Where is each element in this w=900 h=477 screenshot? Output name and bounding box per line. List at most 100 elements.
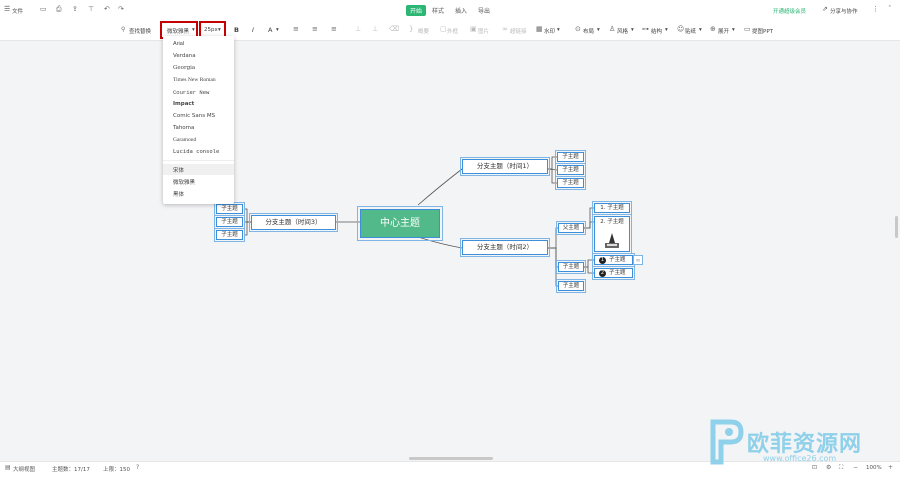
more-icon[interactable]: ⋮ bbox=[872, 6, 879, 13]
chevron-down-icon: ▾ bbox=[699, 27, 702, 33]
share-button[interactable]: 分享与协作 bbox=[830, 7, 858, 15]
subtopic-node[interactable]: 子主题 bbox=[214, 228, 245, 242]
menu-icon[interactable]: ☰ bbox=[4, 6, 10, 13]
redo-icon[interactable]: ↷ bbox=[118, 6, 124, 13]
subtopic-node[interactable]: 子主题 bbox=[214, 202, 245, 216]
sticker-button[interactable]: 贴纸 bbox=[685, 27, 696, 35]
central-topic[interactable]: 中心主题 bbox=[357, 206, 443, 241]
subtopic-with-icon[interactable]: 2 子主题 bbox=[592, 266, 635, 280]
horizontal-scrollbar[interactable] bbox=[409, 457, 493, 460]
chevron-down-icon: ▾ bbox=[732, 27, 735, 33]
file-menu[interactable]: 文件 bbox=[12, 7, 23, 15]
link-icon: ∞ bbox=[502, 25, 508, 33]
new-file-icon[interactable]: ▭ bbox=[40, 6, 47, 13]
align-right-icon[interactable]: ≡ bbox=[331, 26, 337, 33]
font-option-heiti[interactable]: 黑体 bbox=[173, 190, 184, 198]
undo-icon[interactable]: ↶ bbox=[104, 6, 110, 13]
font-option-lucida-console[interactable]: Lucida console bbox=[173, 149, 219, 155]
watermark-icon: ▦ bbox=[536, 25, 543, 33]
format-toolbar: ⚲ 查找替换 微软雅黑 ▾ 25px ▾ B I A ▾ ≡ ≡ ≡ ⊥ ⊥ ⌫… bbox=[0, 20, 900, 41]
outline-view-button[interactable]: 大纲视图 bbox=[13, 465, 35, 473]
watermark: 欧菲资源网 www.office26.com bbox=[705, 418, 895, 473]
layout-button[interactable]: 布局 bbox=[583, 27, 594, 35]
chevron-up-icon[interactable]: ˆ bbox=[888, 6, 892, 13]
priority-2-icon: 2 bbox=[599, 270, 606, 277]
font-option-verdana[interactable]: Verdana bbox=[173, 53, 196, 59]
tab-start[interactable]: 开始 bbox=[406, 5, 427, 16]
font-option-tahoma[interactable]: Tahoma bbox=[173, 125, 194, 131]
structure-icon: ⊶ bbox=[642, 25, 649, 33]
parent-topic-node[interactable]: 父主题 bbox=[556, 221, 586, 235]
tab-export[interactable]: 导出 bbox=[474, 5, 494, 16]
find-replace-button[interactable]: 查找替换 bbox=[129, 27, 151, 35]
font-option-comic-sans[interactable]: Comic Sans MS bbox=[173, 113, 215, 119]
font-option-songti[interactable]: 宋体 bbox=[173, 166, 184, 174]
menu-divider bbox=[163, 160, 234, 161]
tab-insert[interactable]: 插入 bbox=[451, 5, 471, 16]
upgrade-link[interactable]: 开通超级会员 bbox=[773, 7, 806, 15]
frame-icon: ▢ bbox=[440, 25, 447, 33]
topic-count: 主题数：17/17 bbox=[52, 467, 90, 473]
bold-button[interactable]: B bbox=[234, 26, 239, 34]
tab-style[interactable]: 样式 bbox=[428, 5, 448, 16]
numbered-subtopic[interactable]: 1. 子主题 bbox=[592, 201, 632, 215]
layout-icon: ⊙ bbox=[575, 25, 581, 33]
insert-sibling-icon[interactable]: ⊥ bbox=[372, 26, 378, 33]
style-button[interactable]: 风格 bbox=[617, 27, 628, 35]
font-option-times-new-roman[interactable]: Times New Roman bbox=[173, 77, 216, 83]
branch-topic-time3[interactable]: 分支主题（时间3） bbox=[249, 213, 338, 232]
subtopic-node[interactable]: 子主题 bbox=[555, 176, 586, 190]
expand-icon: ⊕ bbox=[710, 25, 716, 33]
ppt-button[interactable]: 提图PPT bbox=[752, 27, 773, 35]
image-button[interactable]: 图片 bbox=[478, 27, 489, 35]
watermark-button[interactable]: 水印 bbox=[544, 27, 555, 35]
style-icon: ♙ bbox=[609, 25, 616, 33]
subtopic-node[interactable]: 子主题 bbox=[214, 215, 245, 229]
font-option-yahei[interactable]: 微软雅黑 bbox=[173, 178, 195, 186]
structure-button[interactable]: 结构 bbox=[651, 27, 662, 35]
format-painter-icon[interactable]: ⊤ bbox=[88, 6, 94, 13]
link-icon[interactable]: ∞ bbox=[633, 255, 643, 265]
connector-lines bbox=[244, 156, 594, 287]
font-color-button[interactable]: A bbox=[268, 26, 272, 34]
priority-1-icon: 1 bbox=[599, 257, 606, 264]
summary-icon: } bbox=[409, 25, 414, 33]
find-replace-icon: ⚲ bbox=[121, 26, 126, 33]
frame-button[interactable]: 外框 bbox=[447, 27, 458, 35]
subtopic-label: 子主题 bbox=[609, 257, 626, 263]
help-icon[interactable]: ? bbox=[136, 465, 139, 471]
sticker-icon: ☺ bbox=[677, 25, 685, 33]
export-icon[interactable]: ⇪ bbox=[72, 6, 78, 13]
expand-button[interactable]: 展开 bbox=[718, 27, 729, 35]
subtopic-with-icon[interactable]: 1 子主题 bbox=[592, 253, 635, 267]
branch-topic-time1[interactable]: 分支主题（时间1） bbox=[460, 157, 550, 176]
subtopic-node[interactable]: 子主题 bbox=[556, 260, 586, 274]
delete-node-icon[interactable]: ⌫ bbox=[389, 26, 399, 33]
share-icon: ⇗ bbox=[822, 5, 828, 13]
subtopic-node[interactable]: 子主题 bbox=[555, 163, 586, 177]
mindmap-canvas[interactable]: 中心主题 分支主题（时间1） 分支主题（时间2） 分支主题（时间3） 子主题 子… bbox=[0, 41, 900, 461]
font-option-courier-new[interactable]: Courier New bbox=[173, 89, 209, 96]
image-thumbnail-icon bbox=[603, 231, 621, 249]
vertical-scrollbar[interactable] bbox=[895, 216, 898, 238]
subtopic-node[interactable]: 子主题 bbox=[556, 279, 586, 293]
chevron-down-icon: ▾ bbox=[665, 27, 668, 33]
subtopic-node[interactable]: 子主题 bbox=[555, 150, 586, 164]
align-center-icon[interactable]: ≡ bbox=[312, 26, 318, 33]
numbered-subtopic-with-image[interactable]: 2. 子主题 bbox=[592, 214, 632, 254]
font-option-garamond[interactable]: Garamond bbox=[173, 137, 196, 143]
numbered-subtopic-label: 2. 子主题 bbox=[600, 219, 624, 225]
italic-button[interactable]: I bbox=[252, 26, 254, 34]
save-icon[interactable]: ⎙ bbox=[56, 6, 62, 13]
font-option-arial[interactable]: Arial bbox=[173, 41, 184, 47]
title-bar: ☰ 文件 ▭ ⎙ ⇪ ⊤ ↶ ↷ 开始 样式 插入 导出 开通超级会员 ⇗ 分享… bbox=[0, 0, 900, 21]
ppt-icon: ▭ bbox=[744, 25, 751, 33]
branch-topic-time2[interactable]: 分支主题（时间2） bbox=[460, 238, 550, 257]
insert-child-icon[interactable]: ⊥ bbox=[355, 26, 361, 33]
hyperlink-button[interactable]: 超链接 bbox=[510, 27, 527, 35]
summary-button[interactable]: 概要 bbox=[418, 27, 429, 35]
font-option-georgia[interactable]: Georgia bbox=[173, 65, 195, 71]
font-family-dropdown: Arial Verdana Georgia Times New Roman Co… bbox=[163, 36, 234, 204]
font-option-impact[interactable]: Impact bbox=[173, 101, 194, 107]
align-left-icon[interactable]: ≡ bbox=[293, 26, 299, 33]
